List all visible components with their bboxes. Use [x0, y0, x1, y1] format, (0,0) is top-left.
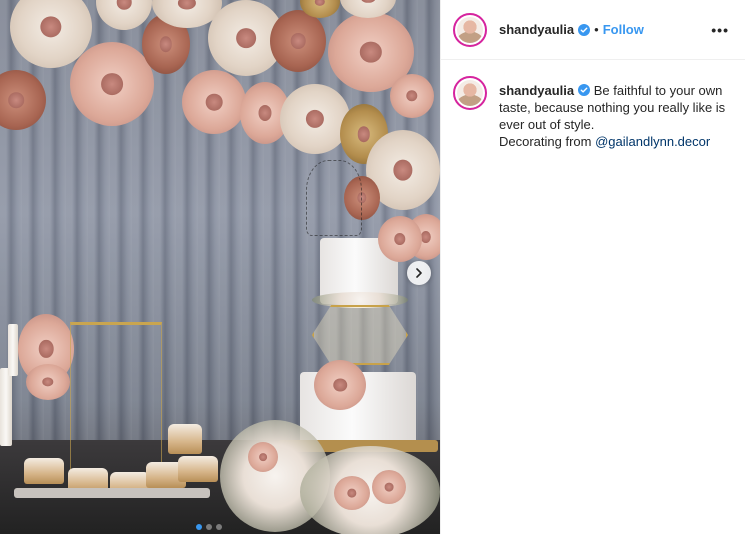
carousel-dot [216, 524, 222, 530]
avatar[interactable] [453, 12, 487, 47]
dessert [24, 458, 64, 484]
paper-flower [280, 84, 350, 154]
paper-flower [390, 74, 434, 118]
post-caption: shandyaulia Be faithful to your own tast… [441, 60, 745, 150]
rose-cluster [248, 442, 278, 472]
chevron-right-icon [416, 268, 422, 278]
rose-cluster [334, 476, 370, 510]
caption-avatar[interactable] [453, 76, 487, 110]
carousel-dot [196, 524, 202, 530]
paper-flower [182, 70, 246, 134]
flower-arrangement [300, 446, 440, 534]
candle [0, 368, 12, 446]
verified-badge-icon [578, 23, 591, 36]
post-image[interactable] [0, 0, 440, 534]
dessert-tray [14, 488, 210, 498]
paper-flower [70, 42, 154, 126]
dessert [168, 424, 202, 454]
rose-cluster [314, 360, 366, 410]
caption-username[interactable]: shandyaulia [499, 83, 574, 98]
paper-flower [270, 10, 326, 72]
cake-topper [306, 160, 362, 236]
mention-link[interactable]: @gailandlynn.decor [595, 134, 710, 149]
header-username[interactable]: shandyaulia [499, 22, 574, 37]
candle [8, 324, 18, 376]
caption-credit-prefix: Decorating from [499, 134, 596, 149]
post-side-panel: shandyaulia • Follow ••• shandyaulia Be … [440, 0, 745, 534]
carousel-dot [206, 524, 212, 530]
caption-text: shandyaulia Be faithful to your own tast… [499, 82, 733, 150]
header-separator: • [594, 22, 599, 37]
post-header: shandyaulia • Follow ••• [441, 0, 745, 60]
dessert [178, 456, 218, 482]
carousel-indicator [196, 524, 222, 530]
follow-button[interactable]: Follow [603, 22, 644, 37]
terrarium-layer [312, 305, 408, 365]
rose-cluster [372, 470, 406, 504]
rose-cluster [378, 216, 422, 262]
more-options-icon[interactable]: ••• [711, 22, 729, 38]
next-image-button[interactable] [407, 261, 431, 285]
verified-badge-icon [578, 84, 591, 96]
dessert-rack [70, 322, 162, 472]
rose-cluster [26, 364, 70, 400]
